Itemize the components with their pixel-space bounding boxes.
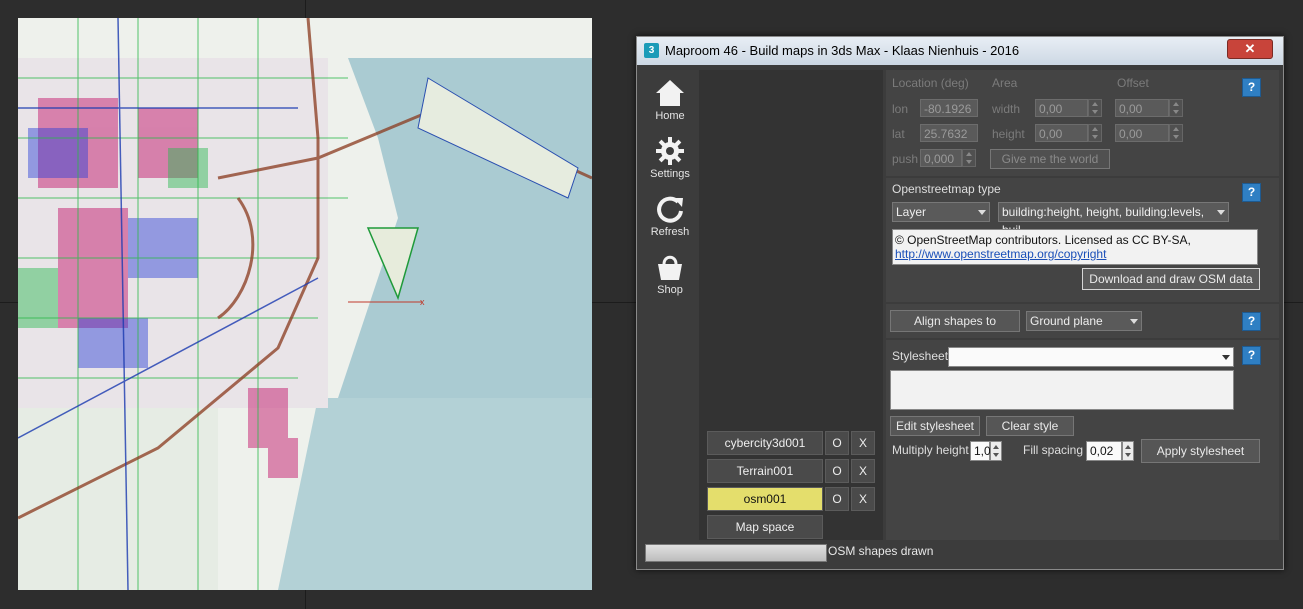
help-button[interactable]: ? [1242,346,1261,365]
object-button-cybercity3d001[interactable]: cybercity3d001 [707,431,823,455]
area-heading: Area [992,76,1018,90]
give-me-the-world-button[interactable]: Give me the world [990,149,1110,169]
sidebar-item-label: Settings [650,168,690,180]
object-select-button[interactable]: O [825,459,849,483]
sidebar: Home Settings Refresh Shop [642,70,698,540]
sidebar-item-label: Shop [657,284,683,296]
height-spinner[interactable] [1088,124,1102,142]
object-list-panel: cybercity3d001 O X Terrain001 O X osm001… [699,70,883,540]
sidebar-item-settings[interactable]: Settings [642,130,698,184]
align-target-dropdown[interactable]: Ground plane [1026,311,1142,331]
offset-y-field[interactable]: 0,00 [1115,124,1169,142]
map-drawing: x [18,18,592,590]
object-select-button[interactable]: O [825,487,849,511]
sidebar-item-label: Home [655,110,685,122]
progress-bar [645,544,827,562]
maproom-window[interactable]: 3 Maproom 46 - Build maps in 3ds Max - K… [636,36,1284,570]
lon-label: lon [892,102,909,116]
lon-field[interactable]: -80.1926 [920,99,978,117]
align-target-value: Ground plane [1030,314,1103,328]
push-spinner[interactable] [962,149,976,167]
location-heading: Location (deg) [892,76,969,90]
fill-spacing-label: Fill spacing [1023,443,1084,457]
lat-label: lat [892,127,905,141]
sidebar-item-shop[interactable]: Shop [642,246,698,300]
license-link[interactable]: http://www.openstreetmap.org/copyright [895,247,1106,261]
width-field[interactable]: 0,00 [1035,99,1088,117]
osm-type-heading: Openstreetmap type [892,182,1001,196]
push-label: push [892,152,919,166]
stylesheet-dropdown[interactable] [948,347,1234,367]
fill-spacing-field[interactable]: 0,02 [1086,441,1122,461]
home-icon [656,80,684,106]
sidebar-item-home[interactable]: Home [642,72,698,126]
osm-map-render: x [18,18,592,590]
refresh-icon [657,196,683,223]
clear-style-button[interactable]: Clear style [986,416,1074,436]
osm-tags-dropdown[interactable]: building:height, height, building:levels… [998,202,1229,237]
multiply-height-spinner[interactable] [990,441,1002,461]
license-text: © OpenStreetMap contributors. Licensed a… [895,233,1191,247]
title-bar[interactable]: 3 Maproom 46 - Build maps in 3ds Max - K… [637,37,1283,65]
object-select-button[interactable]: O [825,431,849,455]
align-rollout: Align shapes to Ground plane ? [886,304,1279,338]
offset-heading: Offset [1117,76,1149,90]
osm-type-value: Layer [896,205,927,219]
fill-spacing-spinner[interactable] [1122,441,1134,461]
multiply-height-label: Multiply height [892,443,969,457]
offset-x-spinner[interactable] [1169,99,1183,117]
apply-stylesheet-button[interactable]: Apply stylesheet [1141,439,1260,463]
height-label: height [992,127,1025,141]
width-spinner[interactable] [1088,99,1102,117]
basket-icon [658,255,682,280]
object-button-terrain001[interactable]: Terrain001 [707,459,823,483]
push-field[interactable]: 0,000 [920,149,962,167]
close-button[interactable]: ✕ [1227,39,1273,59]
width-label: width [992,102,1021,116]
stylesheet-rollout: Stylesheet ? Edit stylesheet Clear style… [886,340,1279,540]
map-space-button[interactable]: Map space [707,515,823,539]
window-title: Maproom 46 - Build maps in 3ds Max - Kla… [665,43,1020,58]
osm-type-dropdown[interactable]: Layer [892,202,990,222]
offset-x-field[interactable]: 0,00 [1115,99,1169,117]
gear-icon [656,137,684,165]
app-logo-icon: 3 [644,43,659,58]
license-textbox[interactable]: © OpenStreetMap contributors. Licensed a… [892,229,1258,265]
svg-text:x: x [420,297,425,307]
location-rollout: Location (deg) Area Offset ? lon -80.192… [886,70,1279,176]
edit-stylesheet-button[interactable]: Edit stylesheet [890,416,980,436]
object-remove-button[interactable]: X [851,487,875,511]
help-button[interactable]: ? [1242,183,1261,202]
align-shapes-button[interactable]: Align shapes to [890,310,1020,332]
lat-field[interactable]: 25.7632 [920,124,978,142]
download-osm-button[interactable]: Download and draw OSM data [1082,268,1260,290]
chevron-down-icon [978,210,986,215]
help-button[interactable]: ? [1242,78,1261,97]
sidebar-item-label: Refresh [650,226,690,238]
object-button-osm001[interactable]: osm001 [707,487,823,511]
height-field[interactable]: 0,00 [1035,124,1088,142]
chevron-down-icon [1222,355,1230,360]
sidebar-item-refresh[interactable]: Refresh [642,188,698,242]
help-button[interactable]: ? [1242,312,1261,331]
object-remove-button[interactable]: X [851,431,875,455]
chevron-down-icon [1217,210,1225,215]
offset-y-spinner[interactable] [1169,124,1183,142]
multiply-height-field[interactable]: 1,0 [970,441,991,461]
stylesheet-label: Stylesheet [892,349,949,363]
status-text: OSM shapes drawn [828,544,934,558]
object-remove-button[interactable]: X [851,459,875,483]
osm-rollout: Openstreetmap type ? Layer building:heig… [886,178,1279,302]
chevron-down-icon [1130,319,1138,324]
stylesheet-preview[interactable] [890,370,1234,410]
